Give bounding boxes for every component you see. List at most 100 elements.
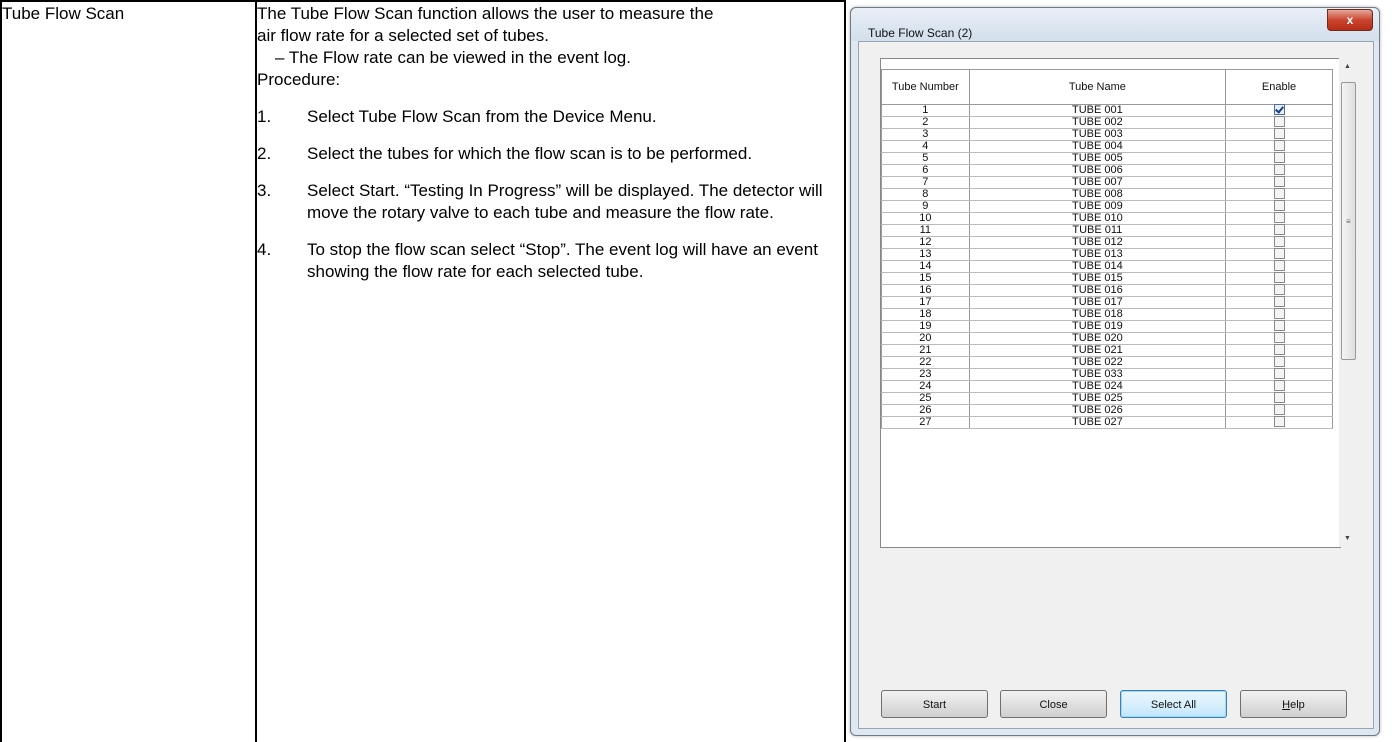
enable-cell [1225,200,1333,213]
enable-checkbox[interactable] [1273,344,1285,355]
enable-checkbox[interactable] [1273,392,1285,403]
enable-checkbox[interactable] [1273,224,1285,235]
enable-checkbox[interactable] [1273,212,1285,223]
table-row[interactable]: 2 TUBE 002 [881,116,1333,129]
table-row[interactable]: 15 TUBE 015 [881,272,1333,285]
enable-cell [1225,128,1333,141]
tube-number-cell: 12 [881,236,970,249]
enable-checkbox[interactable] [1273,320,1285,331]
vertical-scrollbar[interactable]: ▲ ≡ ▼ [1339,58,1356,547]
scrollbar-thumb[interactable]: ≡ [1341,82,1356,360]
enable-cell [1225,116,1333,129]
table-row[interactable]: 10 TUBE 010 [881,212,1333,225]
enable-checkbox[interactable] [1273,368,1285,379]
table-row[interactable]: 27 TUBE 027 [881,416,1333,429]
tube-number-cell: 19 [881,320,970,333]
enable-cell [1225,212,1333,225]
close-button[interactable]: Close [1000,690,1107,718]
table-row[interactable]: 20 TUBE 020 [881,332,1333,345]
table-row[interactable]: 4 TUBE 004 [881,140,1333,153]
table-row[interactable]: 7 TUBE 007 [881,176,1333,189]
close-icon: x [1346,13,1354,27]
table-row[interactable]: 11 TUBE 011 [881,224,1333,237]
tube-number-cell: 14 [881,260,970,273]
dialog-titlebar[interactable]: Tube Flow Scan (2) x [851,8,1379,41]
step-text: Select the tubes for which the flow scan… [307,144,753,163]
step-text: To stop the flow scan select “Stop”. The… [307,240,818,281]
enable-cell [1225,332,1333,345]
table-row[interactable]: 13 TUBE 013 [881,248,1333,261]
scroll-down-icon[interactable]: ▼ [1339,530,1356,547]
enable-checkbox[interactable] [1273,260,1285,271]
table-row[interactable]: 3 TUBE 003 [881,128,1333,141]
enable-checkbox[interactable] [1273,116,1285,127]
enable-cell [1225,320,1333,333]
column-header-enable[interactable]: Enable [1225,69,1333,105]
tube-name-cell: TUBE 025 [968,392,1227,405]
table-row[interactable]: 19 TUBE 019 [881,320,1333,333]
enable-checkbox[interactable] [1273,188,1285,199]
step-number: 4. [257,240,272,259]
table-row[interactable]: 12 TUBE 012 [881,236,1333,249]
enable-checkbox[interactable] [1273,140,1285,151]
tube-name-cell: TUBE 011 [968,224,1227,237]
enable-checkbox[interactable] [1273,272,1285,283]
start-button[interactable]: Start [881,690,988,718]
enable-checkbox[interactable] [1273,332,1285,343]
table-row[interactable]: 25 TUBE 025 [881,392,1333,405]
table-row[interactable]: 8 TUBE 008 [881,188,1333,201]
tube-name-cell: TUBE 009 [968,200,1227,213]
help-button[interactable]: Help [1240,690,1347,718]
tube-name-cell: TUBE 001 [968,104,1227,117]
enable-checkbox[interactable] [1273,416,1285,427]
column-header-tube-name[interactable]: Tube Name [968,69,1227,105]
table-row[interactable]: 18 TUBE 018 [881,308,1333,321]
enable-checkbox[interactable] [1273,200,1285,211]
tube-number-cell: 3 [881,128,970,141]
step-text: Select Start. “Testing In Progress” will… [307,181,823,222]
table-row[interactable]: 24 TUBE 024 [881,380,1333,393]
enable-cell [1225,296,1333,309]
table-row[interactable]: 21 TUBE 021 [881,344,1333,357]
enable-checkbox[interactable] [1273,128,1285,139]
column-header-tube-number[interactable]: Tube Number [881,69,970,105]
step-number: 2. [257,144,272,163]
enable-checkbox[interactable] [1273,404,1285,415]
enable-checkbox[interactable] [1273,152,1285,163]
tube-number-cell: 15 [881,272,970,285]
tube-number-cell: 11 [881,224,970,237]
table-row[interactable]: 17 TUBE 017 [881,296,1333,309]
enable-checkbox[interactable] [1273,380,1285,391]
table-row[interactable]: 5 TUBE 005 [881,152,1333,165]
tube-number-cell: 4 [881,140,970,153]
tube-table: Tube Number Tube Name Enable 1 TUBE 001 2 T… [881,69,1333,429]
table-row[interactable]: 22 TUBE 022 [881,356,1333,369]
enable-checkbox[interactable] [1273,236,1285,247]
table-row[interactable]: 26 TUBE 026 [881,404,1333,417]
enable-checkbox[interactable] [1273,284,1285,295]
table-row[interactable]: 16 TUBE 016 [881,284,1333,297]
table-row[interactable]: 6 TUBE 006 [881,164,1333,177]
enable-cell [1225,236,1333,249]
enable-checkbox[interactable] [1273,248,1285,259]
scroll-up-icon[interactable]: ▲ [1339,58,1356,75]
tube-name-cell: TUBE 019 [968,320,1227,333]
select-all-button[interactable]: Select All [1120,690,1227,718]
enable-checkbox[interactable] [1273,176,1285,187]
tube-number-cell: 25 [881,392,970,405]
table-row[interactable]: 9 TUBE 009 [881,200,1333,213]
enable-checkbox[interactable] [1273,308,1285,319]
tube-number-cell: 16 [881,284,970,297]
table-row[interactable]: 23 TUBE 033 [881,368,1333,381]
tube-grid: Tube Number Tube Name Enable 1 TUBE 001 2 T… [880,58,1341,548]
enable-checkbox[interactable] [1273,104,1285,115]
enable-checkbox[interactable] [1273,164,1285,175]
table-row[interactable]: 14 TUBE 014 [881,260,1333,273]
enable-checkbox[interactable] [1273,296,1285,307]
enable-cell [1225,416,1333,429]
enable-checkbox[interactable] [1273,356,1285,367]
tube-number-cell: 20 [881,332,970,345]
tube-number-cell: 23 [881,368,970,381]
close-window-button[interactable]: x [1327,9,1373,31]
table-row[interactable]: 1 TUBE 001 [881,104,1333,117]
